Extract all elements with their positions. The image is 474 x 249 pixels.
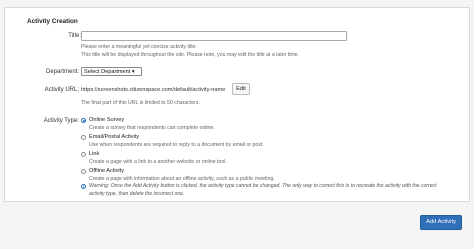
type-email-postal-help: Use when respondents are required to rep… <box>89 142 264 148</box>
warning-line-1: Warning: Once the Add Activity button is… <box>89 183 437 189</box>
url-label: Activity URL: <box>44 87 79 93</box>
radio-offline[interactable] <box>81 169 86 174</box>
type-online-survey-label: Online Survey <box>89 117 125 123</box>
department-select[interactable]: Select Department ▾ <box>81 67 142 76</box>
add-activity-button[interactable]: Add Activity <box>420 215 462 230</box>
type-label: Activity Type: <box>43 118 79 124</box>
type-offline-label: Offline Activity <box>89 168 125 174</box>
title-input[interactable] <box>81 31 347 41</box>
department-label: Department: <box>45 69 79 75</box>
title-help-2: This title will be displayed throughout … <box>81 52 299 58</box>
type-email-postal-label: Email/Postal Activity <box>89 134 140 140</box>
type-online-survey-help: Create a survey that respondents can com… <box>89 125 215 131</box>
warning-text: Warning: Once the Add Activity button is… <box>89 182 464 198</box>
url-help: The final part of this URL is limited to… <box>81 100 200 106</box>
title-help-1: Please enter a meaningful yet concise ac… <box>81 44 197 50</box>
type-link-help: Create a page with a link to a another w… <box>89 159 227 165</box>
radio-online-survey[interactable] <box>81 118 86 123</box>
activity-creation-panel: Activity Creation Title: Please enter a … <box>4 7 470 202</box>
title-label: Title: <box>68 33 81 39</box>
section-title: Activity Creation <box>27 18 78 25</box>
type-link-label: Link <box>89 151 100 157</box>
info-icon: i <box>81 184 86 189</box>
warning-line-2: activity type, then delete the incorrect… <box>89 191 185 197</box>
edit-url-button[interactable]: Edit <box>232 83 250 95</box>
radio-email-postal[interactable] <box>81 135 86 140</box>
radio-link[interactable] <box>81 152 86 157</box>
url-prefix: https://screenshots.citizenspace.com/def… <box>81 87 226 93</box>
